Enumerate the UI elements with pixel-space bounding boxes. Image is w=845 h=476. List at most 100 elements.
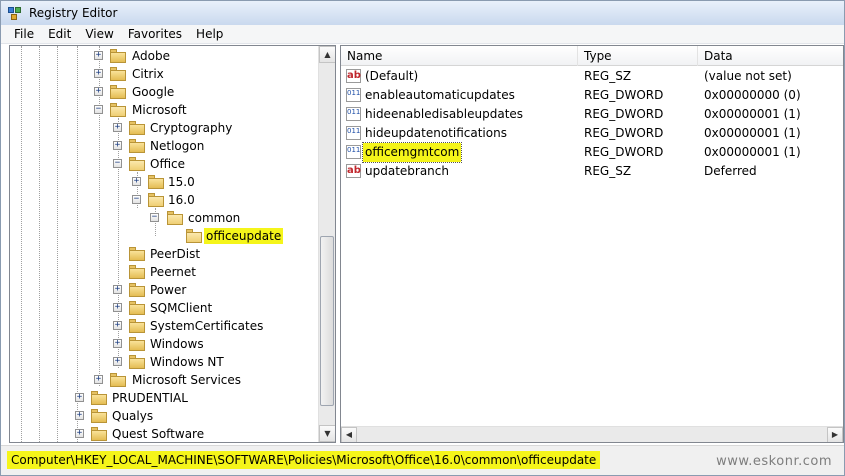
expand-toggle[interactable]: +	[113, 123, 122, 132]
tree-item-label: PRUDENTIAL	[112, 391, 188, 405]
tree-item-microsoft-services[interactable]: + Microsoft Services	[10, 371, 310, 389]
tree-item-quest-software[interactable]: + Quest Software	[10, 425, 310, 442]
expand-toggle[interactable]: +	[75, 429, 84, 438]
folder-icon	[91, 391, 107, 405]
folder-icon	[129, 247, 145, 261]
folder-icon	[91, 427, 107, 441]
expand-toggle[interactable]: +	[94, 69, 103, 78]
tree-item-label: 16.0	[168, 193, 195, 207]
expand-toggle[interactable]: +	[113, 321, 122, 330]
expand-toggle[interactable]: +	[113, 303, 122, 312]
tree-item-qualys[interactable]: + Qualys	[10, 407, 310, 425]
registry-editor-window: Registry Editor File Edit View Favorites…	[0, 0, 845, 476]
string-value-icon: ab	[346, 69, 361, 83]
tree-vertical-scrollbar[interactable]: ▲ ▼	[318, 46, 335, 442]
tree-item-officeupdate[interactable]: officeupdate	[10, 227, 310, 245]
tree-item-cryptography[interactable]: + Cryptography	[10, 119, 310, 137]
tree-item-label: Citrix	[132, 67, 164, 81]
tree-item-windows-nt[interactable]: + Windows NT	[10, 353, 310, 371]
tree-item-16-0[interactable]: − 16.0	[10, 191, 310, 209]
tree-item-power[interactable]: + Power	[10, 281, 310, 299]
tree-item-label-selected: officeupdate	[204, 228, 284, 244]
column-header-data[interactable]: Data	[698, 46, 843, 66]
dword-value-icon: 011	[346, 107, 361, 121]
folder-icon	[129, 301, 145, 315]
menu-view[interactable]: View	[78, 27, 120, 41]
menu-file[interactable]: File	[7, 27, 41, 41]
expand-toggle[interactable]: −	[132, 195, 141, 204]
tree-item-citrix[interactable]: + Citrix	[10, 65, 310, 83]
tree-item-netlogon[interactable]: + Netlogon	[10, 137, 310, 155]
tree-item-peerdist[interactable]: PeerDist	[10, 245, 310, 263]
folder-open-icon	[129, 157, 145, 171]
menu-edit[interactable]: Edit	[41, 27, 78, 41]
column-header-name[interactable]: Name	[341, 46, 578, 66]
key-tree-pane[interactable]: + Adobe + Citrix + Google − Microsoft + …	[9, 45, 336, 443]
tree-item-label: Office	[150, 157, 186, 171]
expand-toggle[interactable]: +	[132, 177, 141, 186]
folder-icon	[110, 373, 126, 387]
tree-item-adobe[interactable]: + Adobe	[10, 47, 310, 65]
expand-toggle[interactable]: +	[75, 393, 84, 402]
tree-item-sqmclient[interactable]: + SQMClient	[10, 299, 310, 317]
list-row-enableautomaticupdates[interactable]: 011 enableautomaticupdates REG_DWORD 0x0…	[341, 86, 843, 105]
value-data: 0x00000001 (1)	[704, 145, 801, 159]
scroll-left-arrow-icon[interactable]: ◀	[341, 427, 357, 442]
expand-toggle[interactable]: −	[150, 213, 159, 222]
list-header: Name Type Data	[341, 46, 843, 66]
tree-item-google[interactable]: + Google	[10, 83, 310, 101]
column-header-type[interactable]: Type	[578, 46, 698, 66]
list-row-updatebranch[interactable]: ab updatebranch REG_SZ Deferred	[341, 162, 843, 181]
folder-icon	[129, 283, 145, 297]
key-tree: + Adobe + Citrix + Google − Microsoft + …	[10, 46, 318, 442]
list-row-hideenabledisableupdates[interactable]: 011 hideenabledisableupdates REG_DWORD 0…	[341, 105, 843, 124]
dword-value-icon: 011	[346, 145, 361, 159]
values-list-pane[interactable]: Name Type Data ab (Default) REG_SZ (valu…	[340, 45, 844, 443]
expand-toggle[interactable]: −	[113, 159, 122, 168]
value-type: REG_DWORD	[584, 126, 664, 140]
list-row-default[interactable]: ab (Default) REG_SZ (value not set)	[341, 67, 843, 86]
expand-toggle[interactable]: +	[113, 285, 122, 294]
expand-toggle[interactable]: +	[113, 357, 122, 366]
scroll-down-arrow-icon[interactable]: ▼	[319, 425, 335, 442]
tree-item-15-0[interactable]: + 15.0	[10, 173, 310, 191]
value-data: Deferred	[704, 164, 757, 178]
menu-favorites[interactable]: Favorites	[121, 27, 189, 41]
folder-icon	[91, 409, 107, 423]
current-key-path: Computer\HKEY_LOCAL_MACHINE\SOFTWARE\Pol…	[7, 451, 601, 469]
tree-item-microsoft[interactable]: − Microsoft	[10, 101, 310, 119]
expand-toggle[interactable]: +	[94, 51, 103, 60]
tree-item-label: SystemCertificates	[150, 319, 264, 333]
tree-item-systemcertificates[interactable]: + SystemCertificates	[10, 317, 310, 335]
menu-help[interactable]: Help	[189, 27, 230, 41]
expand-toggle[interactable]: +	[75, 411, 84, 420]
folder-open-icon	[186, 229, 202, 243]
tree-item-label: Peernet	[150, 265, 196, 279]
expand-toggle[interactable]: +	[113, 141, 122, 150]
expand-toggle[interactable]: +	[94, 375, 103, 384]
value-data: 0x00000001 (1)	[704, 126, 801, 140]
scrollbar-thumb[interactable]	[320, 236, 334, 406]
tree-item-common[interactable]: − common	[10, 209, 310, 227]
list-horizontal-scrollbar[interactable]: ◀ ▶	[341, 426, 843, 442]
value-type: REG_DWORD	[584, 88, 664, 102]
folder-open-icon	[148, 193, 164, 207]
scroll-right-arrow-icon[interactable]: ▶	[827, 427, 843, 442]
folder-icon	[110, 85, 126, 99]
value-type: REG_SZ	[584, 69, 632, 83]
tree-item-office[interactable]: − Office	[10, 155, 310, 173]
tree-item-label: Cryptography	[150, 121, 233, 135]
expand-toggle[interactable]: +	[113, 339, 122, 348]
dword-value-icon: 011	[346, 88, 361, 102]
tree-item-label: Quest Software	[112, 427, 205, 441]
tree-item-peernet[interactable]: Peernet	[10, 263, 310, 281]
watermark: www.eskonr.com	[716, 454, 832, 469]
tree-item-prudential[interactable]: + PRUDENTIAL	[10, 389, 310, 407]
expand-toggle[interactable]: −	[94, 105, 103, 114]
scroll-up-arrow-icon[interactable]: ▲	[319, 46, 335, 63]
expand-toggle[interactable]: +	[94, 87, 103, 96]
list-row-hideupdatenotifications[interactable]: 011 hideupdatenotifications REG_DWORD 0x…	[341, 124, 843, 143]
tree-item-windows[interactable]: + Windows	[10, 335, 310, 353]
title-bar[interactable]: Registry Editor	[1, 1, 844, 25]
list-row-officemgmtcom[interactable]: 011 officemgmtcom REG_DWORD 0x00000001 (…	[341, 142, 843, 163]
